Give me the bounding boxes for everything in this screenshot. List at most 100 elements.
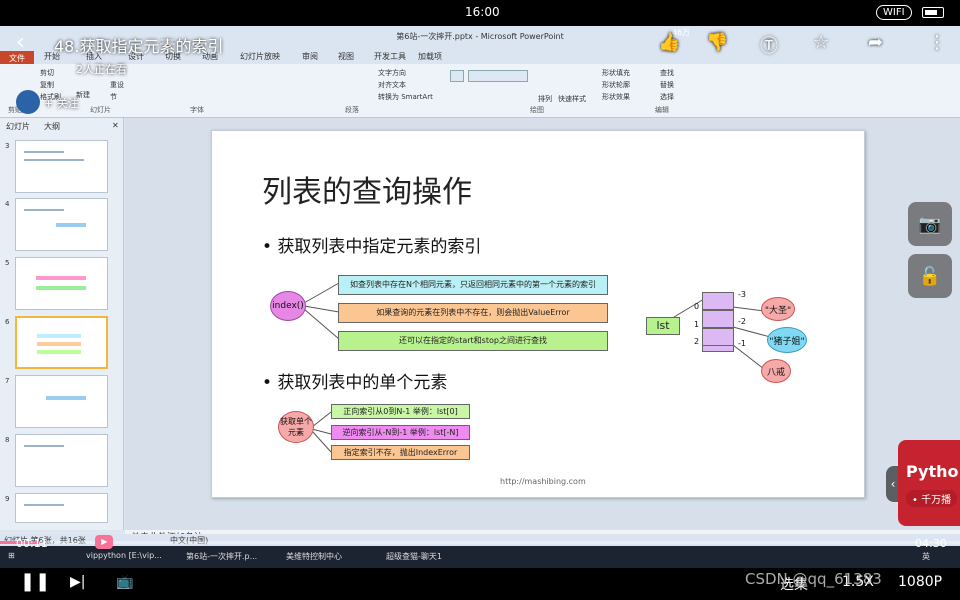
next-icon[interactable]: ▶| xyxy=(70,574,85,590)
replace-button[interactable]: 替换 xyxy=(660,80,674,90)
menu-slideshow[interactable]: 幻灯片放映 xyxy=(240,51,280,62)
current-time: 00:11 xyxy=(16,537,48,550)
slide-thumbnail-selected[interactable] xyxy=(15,316,108,369)
shapes-gallery-icon[interactable] xyxy=(450,70,464,82)
slide-canvas: 列表的查询操作 • 获取列表中指定元素的索引 index() 如查列表中存在N个… xyxy=(211,130,865,498)
follow-button[interactable]: + 关注 xyxy=(44,95,79,111)
screenshot-camera-icon[interactable]: 📷 xyxy=(908,202,952,246)
progress-track[interactable] xyxy=(0,541,960,544)
menu-addins[interactable]: 加载项 xyxy=(418,51,442,62)
slide-thumbnail[interactable] xyxy=(15,198,108,251)
promo-banner[interactable]: Pytho • 千万播 xyxy=(898,440,960,526)
thumb-number: 9 xyxy=(5,495,10,503)
index-method-cloud: index() xyxy=(270,291,306,321)
element-cloud-dasheng: "大圣" xyxy=(761,297,795,321)
promo-title: Pytho xyxy=(906,462,959,481)
taskbar-item-control-center[interactable]: 美维特控制中心 xyxy=(286,551,342,562)
slide-thumbnail[interactable] xyxy=(15,375,108,428)
reset-button[interactable]: 重设 xyxy=(110,80,124,90)
menu-developer[interactable]: 开发工具 xyxy=(374,51,406,62)
slide-thumbnail[interactable] xyxy=(15,140,108,193)
lock-screen-icon[interactable]: 🔓 xyxy=(908,254,952,298)
bullet-get-text: 获取列表中的单个元素 xyxy=(277,373,448,393)
slide-thumbnail[interactable] xyxy=(15,257,108,310)
shape-outline-button[interactable]: 形状轮廓 xyxy=(602,80,630,90)
element-cloud-zhuzijie: "猪子姐" xyxy=(767,327,807,353)
thumb-number: 4 xyxy=(5,200,10,208)
get-box-negative-index: 逆向索引从-N到-1 举例：lst[-N] xyxy=(331,425,470,440)
list-cell xyxy=(702,310,734,328)
negative-index-label: -1 xyxy=(738,339,746,348)
tab-outline[interactable]: 大纲 xyxy=(44,121,60,132)
thumb-number: 6 xyxy=(5,318,10,326)
menu-review[interactable]: 审阅 xyxy=(302,51,318,62)
taskbar-item-powerpoint[interactable]: 第6站-一次摔开.p... xyxy=(186,551,257,562)
bullet-get-heading: • 获取列表中的单个元素 xyxy=(262,373,448,393)
taskbar-item-chat[interactable]: 超级查猫-聊天1 xyxy=(386,551,442,562)
align-text-button[interactable]: 对齐文本 xyxy=(378,80,406,90)
thumb-number: 3 xyxy=(5,142,10,150)
positive-index-label: 0 xyxy=(694,302,700,311)
thumb-number: 7 xyxy=(5,377,10,385)
windows-taskbar: ⊞ vippython [E:\vip... 第6站-一次摔开.p... 美维特… xyxy=(0,546,960,568)
lst-variable-box: lst xyxy=(646,317,680,335)
input-language-indicator[interactable]: 英 xyxy=(922,551,930,562)
section-button[interactable]: 节 xyxy=(110,92,117,102)
more-menu-icon[interactable]: ⋮ xyxy=(928,32,946,53)
dislike-icon[interactable]: 👎 xyxy=(706,32,728,53)
smartart-button[interactable]: 转换为 SmartArt xyxy=(378,92,433,102)
quick-styles-button[interactable]: 快速样式 xyxy=(558,94,586,104)
clock: 16:00 xyxy=(465,5,500,19)
progress-handle[interactable]: ▶ xyxy=(95,535,114,549)
video-title: 48.获取指定元素的索引 xyxy=(54,37,224,56)
taskbar-item-pycharm[interactable]: vippython [E:\vip... xyxy=(86,551,162,560)
arrange-button[interactable]: 排列 xyxy=(538,94,552,104)
thumb-number: 8 xyxy=(5,436,10,444)
connector-line xyxy=(732,344,765,370)
menu-view[interactable]: 视图 xyxy=(338,51,354,62)
status-bar: 16:00 WIFI xyxy=(0,0,960,26)
danmaku-toggle-icon[interactable]: 📺 xyxy=(116,574,133,590)
index-box-start-stop: 还可以在指定的start和stop之间进行查找 xyxy=(338,331,608,351)
battery-icon xyxy=(922,7,944,18)
share-icon[interactable]: ➦ xyxy=(868,32,883,53)
list-cell xyxy=(702,328,734,346)
slide-footer-url: http://mashibing.com xyxy=(500,477,586,486)
uploader-avatar[interactable] xyxy=(16,90,40,114)
quality-button[interactable]: 1080P xyxy=(898,574,942,590)
favorite-icon[interactable]: ☆ xyxy=(813,32,829,53)
connector-line xyxy=(303,282,340,304)
slide-thumbnail[interactable] xyxy=(15,493,108,523)
start-icon[interactable]: ⊞ xyxy=(8,551,15,560)
connector-line xyxy=(311,428,332,435)
back-arrow-icon[interactable]: ‹ xyxy=(16,30,25,55)
cut-button[interactable]: 剪切 xyxy=(40,68,54,78)
pause-icon[interactable]: ❚❚ xyxy=(20,571,50,592)
total-time: 04:30 xyxy=(915,537,947,550)
wifi-indicator: WIFI xyxy=(876,5,912,20)
list-cell xyxy=(702,346,734,352)
promo-badge: • 千万播 xyxy=(906,490,958,507)
ribbon: 剪切 复制 格式刷 新建 重设 节 文字方向 对齐文本 转换为 SmartArt… xyxy=(0,64,960,118)
element-cloud-bajie: 八戒 xyxy=(761,359,791,383)
select-button[interactable]: 选择 xyxy=(660,92,674,102)
find-button[interactable]: 查找 xyxy=(660,68,674,78)
shape-effects-button[interactable]: 形状效果 xyxy=(602,92,630,102)
positive-index-label: 1 xyxy=(694,320,700,329)
slide-thumbnail-pane: 幻灯片 大纲 ✕ 3 4 5 6 7 8 9 xyxy=(0,118,124,530)
positive-index-label: 2 xyxy=(694,337,700,346)
group-font: 字体 xyxy=(190,106,204,114)
coin-icon[interactable]: Ⓣ xyxy=(760,32,778,58)
slide-thumbnail[interactable] xyxy=(15,434,108,487)
connector-line xyxy=(303,308,340,340)
like-icon[interactable]: 👍 xyxy=(658,32,680,53)
group-slides: 幻灯片 xyxy=(90,106,111,114)
shapes-gallery[interactable] xyxy=(468,70,528,82)
close-icon[interactable]: ✕ xyxy=(112,121,119,130)
shape-fill-button[interactable]: 形状填充 xyxy=(602,68,630,78)
text-direction-button[interactable]: 文字方向 xyxy=(378,68,406,78)
list-cell xyxy=(702,292,734,310)
tab-slides[interactable]: 幻灯片 xyxy=(6,121,30,132)
watching-count: 2人正在看 xyxy=(76,63,127,76)
copy-button[interactable]: 复制 xyxy=(40,80,54,90)
